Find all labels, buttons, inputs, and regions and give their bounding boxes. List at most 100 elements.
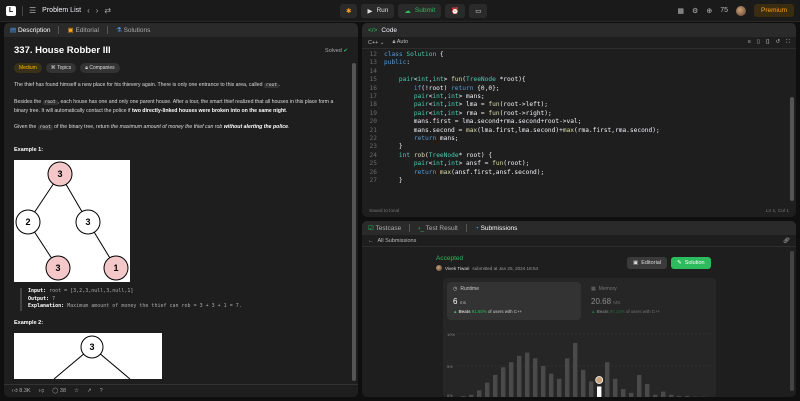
help-icon[interactable]: ?	[100, 388, 103, 394]
notes-button[interactable]: ▭	[469, 3, 488, 18]
distribution-bar[interactable]	[549, 373, 554, 397]
distribution-bar[interactable]	[517, 355, 522, 397]
run-button[interactable]: ▶ Run	[361, 3, 395, 18]
your-submission-marker[interactable]	[595, 376, 604, 384]
memory-card[interactable]: ▦ Memory 20.68 MB ▲ Beats 97.14% of users…	[585, 282, 711, 320]
code-line[interactable]: 13 public:	[362, 59, 796, 67]
back-arrow-icon[interactable]: ←	[368, 238, 374, 244]
braces-icon[interactable]: {}	[766, 39, 770, 46]
avatar[interactable]	[436, 265, 442, 271]
distribution-bar[interactable]	[645, 383, 650, 397]
distribution-bar[interactable]	[685, 396, 690, 397]
distribution-bar[interactable]	[581, 369, 586, 397]
distribution-bar[interactable]	[485, 382, 490, 397]
code-line[interactable]: 15 pair<int,int> fun(TreeNode *root){	[362, 76, 796, 84]
tab-testcase[interactable]: ☑ Testcase	[368, 224, 401, 232]
problem-title[interactable]: 337. House Robber III	[14, 46, 111, 56]
problem-list-link[interactable]: Problem List	[42, 7, 81, 14]
avatar[interactable]	[735, 5, 746, 16]
leetcode-logo[interactable]: L	[6, 5, 16, 16]
username[interactable]: Vivek Tiwari	[445, 266, 469, 271]
code-editor[interactable]: 12 class Solution {13 public: 14 15 pair<int…	[362, 49, 796, 186]
code-line[interactable]: 14	[362, 68, 796, 76]
editorial-button[interactable]: ▣ Editorial	[627, 257, 668, 269]
runtime-distribution-chart[interactable]: 10% 5% 0%	[443, 326, 716, 397]
distribution-bar[interactable]	[653, 394, 658, 397]
tab-description[interactable]: ▤ Description	[10, 26, 50, 34]
fullscreen-icon[interactable]: ⛶	[786, 39, 790, 46]
reset-icon[interactable]: ↺	[776, 39, 781, 46]
code-line[interactable]: 12 class Solution {	[362, 51, 796, 59]
dislike-icon[interactable]: 👎︎	[39, 388, 45, 394]
solution-button[interactable]: ✎ Solution	[671, 257, 711, 269]
distribution-bar[interactable]	[541, 366, 546, 397]
line-number: 12	[369, 51, 377, 58]
description-scrollbar[interactable]	[352, 63, 356, 381]
code-scrollbar[interactable]	[790, 97, 794, 201]
topics-chip[interactable]: ⌘ Topics	[45, 63, 77, 73]
all-submissions-link[interactable]: All Submissions	[378, 238, 417, 244]
distribution-bar[interactable]	[509, 362, 514, 397]
distribution-bar[interactable]	[621, 389, 626, 397]
distribution-bar[interactable]	[565, 358, 570, 397]
distribution-bar[interactable]	[573, 342, 578, 397]
distribution-bar[interactable]	[501, 367, 506, 397]
debug-button[interactable]: ✱	[340, 3, 358, 18]
distribution-bar[interactable]	[613, 378, 618, 397]
code-line[interactable]: 19 pair<int,int> rma = fun(root->right);	[362, 110, 796, 118]
link-icon[interactable]: 🔗︎	[783, 238, 790, 244]
tab-submissions[interactable]: ◔ Submissions	[475, 225, 518, 232]
bookmark-icon[interactable]: ▯	[757, 39, 760, 46]
code-line[interactable]: 22 return mans;	[362, 135, 796, 143]
code-line[interactable]: 21 mans.second = max(lma.first,lma.secon…	[362, 127, 796, 135]
submit-button[interactable]: ☁ Submit	[398, 3, 442, 18]
runtime-card[interactable]: ◷ Runtime 6 ms ▲ Beats 91.60% of users wi…	[447, 282, 581, 320]
alarm-button[interactable]: ⏰	[445, 3, 466, 18]
distribution-bar[interactable]	[661, 391, 666, 397]
layout-icon[interactable]: ▦	[677, 7, 684, 15]
code-line[interactable]: 18 pair<int,int> lma = fun(root->left);	[362, 101, 796, 109]
chevron-left-icon[interactable]: ‹	[87, 6, 90, 15]
distribution-bar[interactable]	[461, 396, 466, 397]
distribution-bar[interactable]	[605, 362, 610, 397]
distribution-bar[interactable]	[589, 381, 594, 397]
shuffle-icon[interactable]: ⇄	[104, 6, 111, 15]
distribution-bar[interactable]	[677, 396, 682, 397]
tab-solutions[interactable]: ⚗ Solutions	[116, 26, 150, 34]
code-line[interactable]: 27 }	[362, 177, 796, 185]
code-line[interactable]: 26 return max(ansf.first,ansf.second);	[362, 169, 796, 177]
auto-toggle[interactable]: 🔒︎ Auto	[393, 39, 409, 46]
tab-editorial[interactable]: ▣ Editorial	[67, 26, 98, 34]
code-line[interactable]: 17 pair<int,int> mans;	[362, 93, 796, 101]
language-select[interactable]: C++ ⌄	[368, 40, 385, 46]
companies-chip[interactable]: 🔒︎ Companies	[80, 63, 120, 73]
distribution-bar[interactable]	[637, 374, 642, 397]
tab-test-result[interactable]: ›_ Test Result	[418, 225, 458, 232]
distribution-bar[interactable]	[525, 352, 530, 397]
code-line[interactable]: 24 int rob(TreeNode* root) {	[362, 152, 796, 160]
tab-description-label: Description	[17, 27, 51, 34]
share-icon[interactable]: ↗	[87, 388, 92, 394]
runtime-label: Runtime	[460, 286, 479, 292]
your-runtime-bar[interactable]	[597, 386, 602, 397]
tab-code[interactable]: Code	[381, 27, 397, 34]
distribution-bar[interactable]	[493, 374, 498, 397]
star-icon[interactable]: ☆	[74, 388, 79, 394]
result-scrollbar[interactable]	[790, 251, 794, 391]
distribution-bar[interactable]	[469, 394, 474, 397]
notes-icon[interactable]: ≡	[748, 39, 751, 46]
distribution-bar[interactable]	[629, 392, 634, 397]
comments-button[interactable]: ◯ 38	[52, 388, 66, 394]
distribution-bar[interactable]	[557, 378, 562, 397]
premium-button[interactable]: Premium	[753, 4, 794, 17]
code-line[interactable]: 23 }	[362, 143, 796, 151]
code-line[interactable]: 20 mans.first = lma.second+rma.second+ro…	[362, 118, 796, 126]
distribution-bar[interactable]	[533, 358, 538, 397]
distribution-bar[interactable]	[669, 394, 674, 397]
settings-icon[interactable]: ⚙	[692, 7, 698, 15]
like-button[interactable]: 👍︎ 8.3K	[12, 388, 31, 394]
distribution-bar[interactable]	[477, 390, 482, 397]
code-line[interactable]: 25 pair<int,int> ansf = fun(root);	[362, 160, 796, 168]
chevron-right-icon[interactable]: ›	[96, 6, 99, 15]
code-line[interactable]: 16 if(!root) return {0,0};	[362, 85, 796, 93]
